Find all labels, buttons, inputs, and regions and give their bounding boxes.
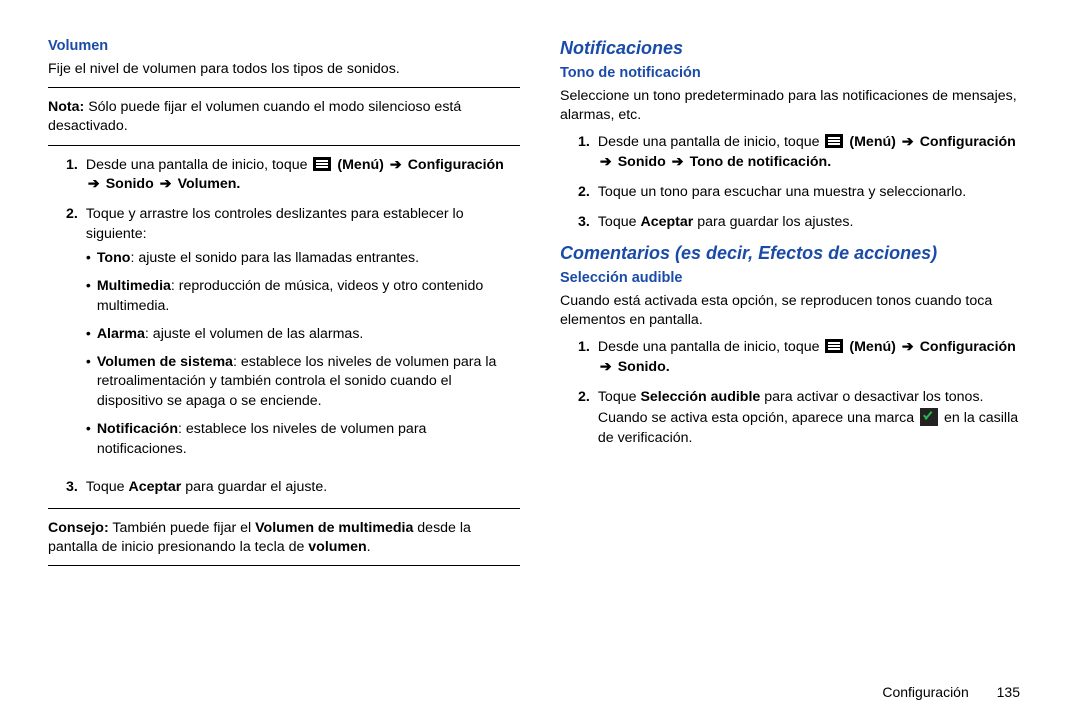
- menu-label: (Menú): [337, 157, 384, 173]
- arrow-icon: ➔: [670, 154, 686, 170]
- text-bold: Selección audible: [640, 389, 760, 405]
- menu-icon: [825, 339, 843, 353]
- text: Desde una pantalla de inicio, toque: [86, 157, 312, 173]
- bullet-text: : ajuste el volumen de las alarmas.: [145, 326, 363, 342]
- nota-label: Nota:: [48, 99, 84, 115]
- text: Desde una pantalla de inicio, toque: [598, 339, 824, 355]
- step-number: 2.: [66, 205, 78, 468]
- heading-seleccion-audible: Selección audible: [560, 270, 1032, 286]
- arrow-icon: ➔: [388, 157, 404, 173]
- divider: [48, 565, 520, 566]
- page-footer: Configuración 135: [882, 684, 1020, 700]
- volumen-step-2: Toque y arrastre los controles deslizant…: [86, 205, 520, 468]
- arrow-icon: ➔: [900, 134, 916, 150]
- step-number: 1.: [66, 156, 78, 196]
- menu-icon: [825, 134, 843, 148]
- text: Desde una pantalla de inicio, toque: [598, 134, 824, 150]
- arrow-icon: ➔: [86, 176, 102, 192]
- path-part: Tono de notificación: [690, 154, 828, 170]
- bullet-label: Volumen de sistema: [97, 354, 233, 370]
- arrow-icon: ➔: [598, 154, 614, 170]
- menu-label: (Menú): [849, 134, 896, 150]
- tono-step-1: Desde una pantalla de inicio, toque (Men…: [598, 133, 1032, 173]
- footer-page-number: 135: [997, 684, 1020, 700]
- arrow-icon: ➔: [158, 176, 174, 192]
- heading-volumen: Volumen: [48, 38, 520, 54]
- path-part: Sonido: [618, 154, 666, 170]
- text: para guardar el ajuste.: [181, 479, 327, 495]
- volumen-step-1: Desde una pantalla de inicio, toque (Men…: [86, 156, 520, 196]
- divider: [48, 145, 520, 146]
- bullet-text: : ajuste el sonido para las llamadas ent…: [130, 250, 419, 266]
- path-part: Sonido: [106, 176, 154, 192]
- bullet-tono: Tono: ajuste el sonido para las llamadas…: [86, 249, 520, 269]
- bullet-notificacion: Notificación: establece los niveles de v…: [86, 420, 520, 460]
- bullet-volumen-sistema: Volumen de sistema: establece los nivele…: [86, 353, 520, 413]
- tono-step-3: Toque Aceptar para guardar los ajustes.: [598, 213, 1032, 233]
- text: Toque: [598, 214, 641, 230]
- path-part: Sonido: [618, 359, 666, 375]
- bullet-label: Multimedia: [97, 278, 171, 294]
- step-number: 2.: [578, 388, 590, 449]
- seleccion-intro: Cuando está activada esta opción, se rep…: [560, 292, 1032, 330]
- text: para guardar los ajustes.: [693, 214, 853, 230]
- heading-notificaciones: Notificaciones: [560, 38, 1032, 59]
- text-bold: Volumen de multimedia: [255, 520, 413, 536]
- divider: [48, 87, 520, 88]
- consejo-block: Consejo: También puede fijar el Volumen …: [48, 519, 520, 557]
- text: Toque y arrastre los controles deslizant…: [86, 206, 464, 242]
- bullet-label: Notificación: [97, 421, 178, 437]
- text-bold: Aceptar: [128, 479, 181, 495]
- path-part: Configuración: [920, 339, 1016, 355]
- divider: [48, 508, 520, 509]
- nota-block: Nota: Sólo puede fijar el volumen cuando…: [48, 98, 520, 136]
- bullet-label: Tono: [97, 250, 131, 266]
- nota-text: Sólo puede fijar el volumen cuando el mo…: [48, 99, 461, 134]
- step-number: 3.: [578, 213, 590, 233]
- step-number: 2.: [578, 183, 590, 203]
- tono-intro: Seleccione un tono predeterminado para l…: [560, 87, 1032, 125]
- text: Toque: [598, 389, 641, 405]
- path-part: Configuración: [408, 157, 504, 173]
- text-bold: Aceptar: [640, 214, 693, 230]
- bullet-multimedia: Multimedia: reproducción de música, vide…: [86, 277, 520, 317]
- heading-comentarios: Comentarios (es decir, Efectos de accion…: [560, 243, 1032, 264]
- volumen-step-3: Toque Aceptar para guardar el ajuste.: [86, 478, 520, 498]
- path-part: Volumen: [178, 176, 237, 192]
- seleccion-step-1: Desde una pantalla de inicio, toque (Men…: [598, 338, 1032, 378]
- text-bold: volumen: [308, 539, 366, 555]
- consejo-label: Consejo:: [48, 520, 109, 536]
- text: Toque: [86, 479, 129, 495]
- step-number: 1.: [578, 338, 590, 378]
- arrow-icon: ➔: [900, 339, 916, 355]
- footer-section: Configuración: [882, 684, 968, 700]
- seleccion-step-2: Toque Selección audible para activar o d…: [598, 388, 1032, 449]
- text: También puede fijar el: [109, 520, 255, 536]
- menu-icon: [313, 157, 331, 171]
- path-part: Configuración: [920, 134, 1016, 150]
- step-number: 1.: [578, 133, 590, 173]
- arrow-icon: ➔: [598, 359, 614, 375]
- tono-step-2: Toque un tono para escuchar una muestra …: [598, 183, 1032, 203]
- bullet-alarma: Alarma: ajuste el volumen de las alarmas…: [86, 325, 520, 345]
- step-number: 3.: [66, 478, 78, 498]
- text: .: [367, 539, 371, 555]
- heading-tono: Tono de notificación: [560, 65, 1032, 81]
- checkmark-icon: [920, 408, 938, 426]
- menu-label: (Menú): [849, 339, 896, 355]
- bullet-label: Alarma: [97, 326, 145, 342]
- volumen-intro: Fije el nivel de volumen para todos los …: [48, 60, 520, 79]
